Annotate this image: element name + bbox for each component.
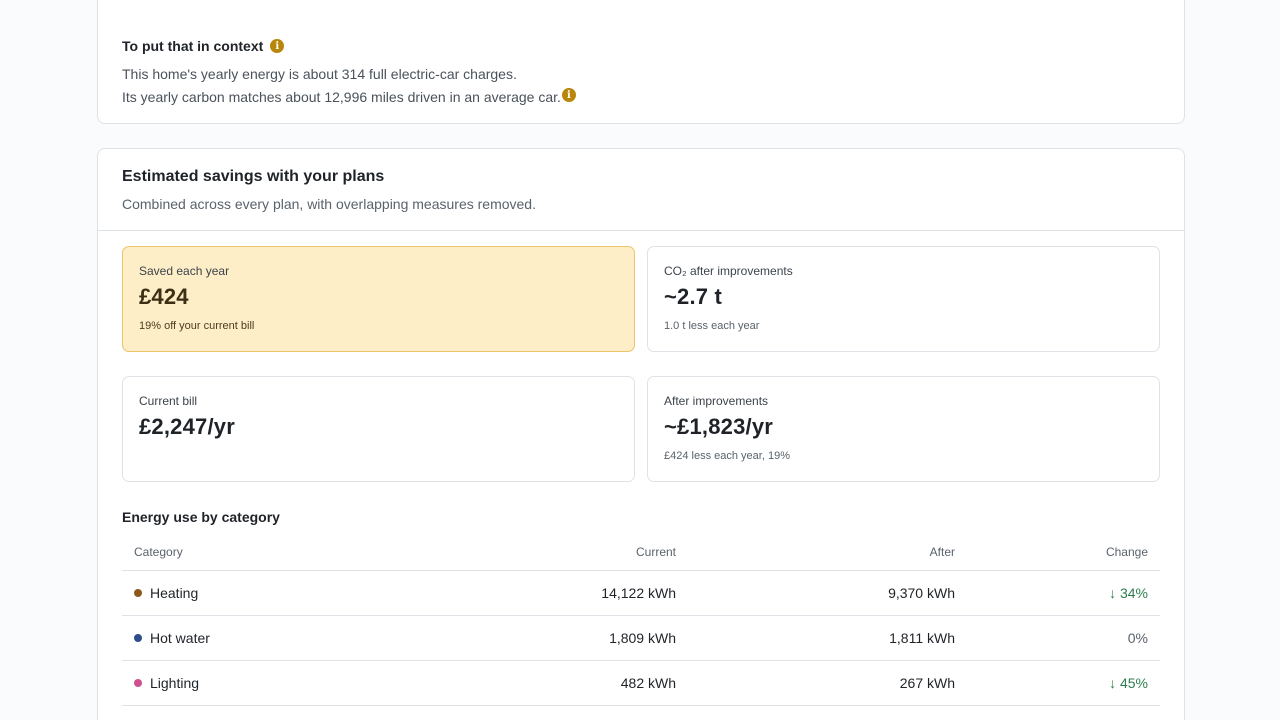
category-name: Hot water — [150, 630, 210, 646]
category-name: Lighting — [150, 675, 200, 691]
context-line-energy: This home's yearly energy is about 314 f… — [122, 66, 517, 82]
table-body: Heating 14,122 kWh 9,370 kWh ↓ 34% Hot w… — [122, 571, 1160, 706]
stat-value: £424 — [139, 284, 189, 309]
stat-value: ~2.7 t — [664, 284, 723, 309]
co2-after-stat: CO₂ after improvements ~2.7 t 1.0 t less… — [647, 246, 1160, 352]
change-cell: ↓ 45% — [1109, 675, 1148, 691]
change-cell: 0% — [1127, 630, 1148, 646]
stat-label: CO₂ after improvements — [664, 264, 793, 278]
after-cell: 9,370 kWh — [888, 585, 955, 601]
current-cell: 482 kWh — [620, 675, 676, 691]
current-bill-stat: Current bill £2,247/yr — [122, 376, 635, 482]
stat-label: Saved each year — [139, 264, 230, 278]
stat-label: Current bill — [139, 394, 198, 408]
header-after: After — [929, 545, 955, 559]
stat-label: After improvements — [664, 394, 769, 408]
current-cell: 14,122 kWh — [601, 585, 676, 601]
stat-value: ~£1,823/yr — [664, 414, 774, 439]
after-cell: 267 kWh — [899, 675, 955, 691]
stat-note: 1.0 t less each year — [664, 320, 760, 332]
header-category: Category — [134, 545, 183, 559]
estimated-savings-card: Estimated savings with your plans Combin… — [97, 148, 1185, 720]
energy-context-card: To put that in context i This home's yea… — [97, 0, 1185, 124]
energy-category-table: Category Current After Change Heating 14… — [122, 534, 1160, 706]
change-cell: ↓ 34% — [1109, 585, 1148, 601]
context-title: To put that in context i — [122, 38, 285, 54]
category-color-dot — [134, 589, 142, 597]
category-color-dot — [134, 634, 142, 642]
table-row: Lighting 482 kWh 267 kWh ↓ 45% — [122, 661, 1160, 706]
info-icon[interactable]: i — [270, 39, 285, 53]
category-name: Heating — [150, 585, 199, 601]
category-cell: Hot water — [122, 630, 398, 646]
header-current: Current — [635, 545, 676, 559]
current-cell: 1,809 kWh — [609, 630, 676, 646]
context-line-energy-text: This home's yearly energy is about 314 f… — [122, 66, 517, 82]
savings-title: Estimated savings with your plans — [122, 168, 385, 185]
context-title-text: To put that in context — [122, 38, 264, 54]
savings-divider — [98, 230, 1184, 231]
context-line-carbon-text: Its yearly carbon matches about 12,996 m… — [122, 89, 561, 105]
stat-note: 19% off your current bill — [139, 320, 255, 332]
stat-value: £2,247/yr — [139, 414, 235, 439]
after-improvements-stat: After improvements ~£1,823/yr £424 less … — [647, 376, 1160, 482]
saved-each-year-stat: Saved each year £424 19% off your curren… — [122, 246, 635, 352]
savings-subtitle: Combined across every plan, with overlap… — [122, 196, 536, 212]
category-cell: Lighting — [122, 675, 398, 691]
category-color-dot — [134, 679, 142, 687]
energy-category-title: Energy use by category — [122, 509, 280, 525]
table-row: Heating 14,122 kWh 9,370 kWh ↓ 34% — [122, 571, 1160, 616]
after-cell: 1,811 kWh — [889, 630, 955, 646]
info-icon[interactable]: i — [561, 88, 576, 102]
savings-header: Estimated savings with your plans Combin… — [122, 168, 536, 212]
header-change: Change — [1105, 545, 1148, 559]
table-row: Hot water 1,809 kWh 1,811 kWh 0% — [122, 616, 1160, 661]
category-cell: Heating — [122, 585, 398, 601]
stat-note: £424 less each year, 19% — [664, 450, 790, 462]
context-line-carbon: Its yearly carbon matches about 12,996 m… — [122, 88, 576, 105]
table-header: Category Current After Change — [122, 534, 1160, 571]
